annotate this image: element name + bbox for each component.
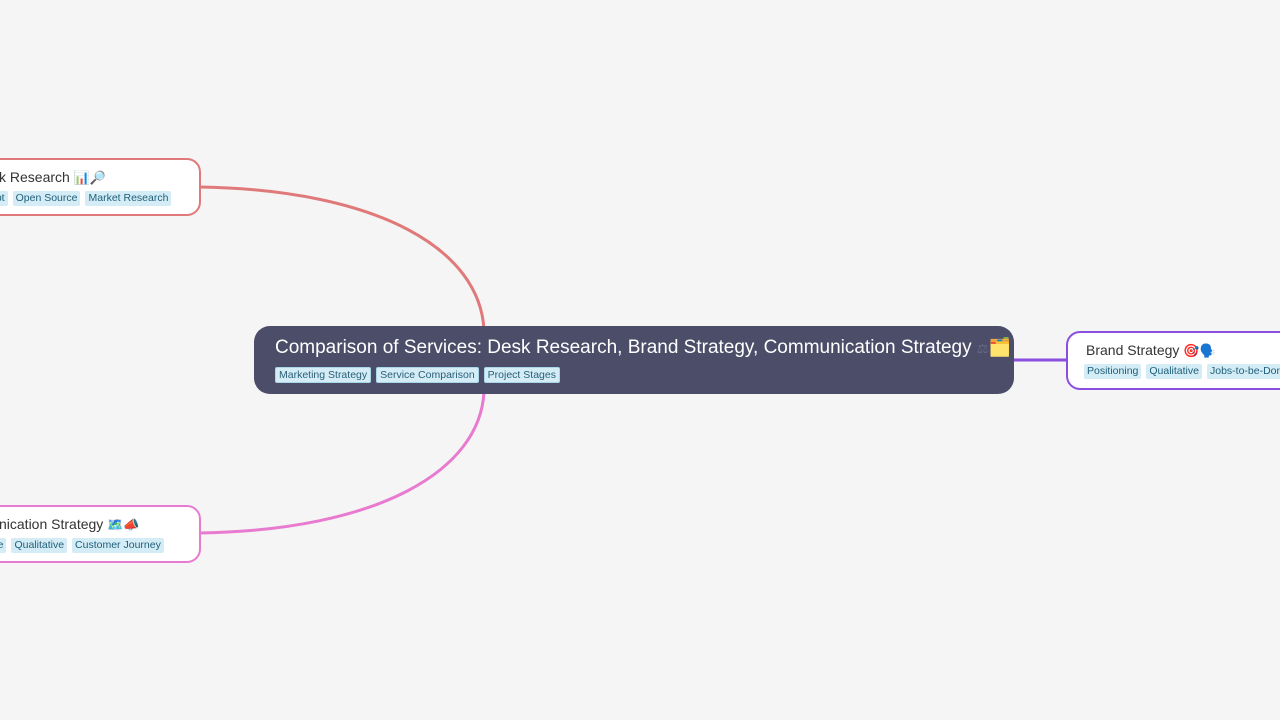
root-title: Comparison of Services: Desk Research, B… (275, 337, 972, 358)
map-megaphone-icon: 🗺️📣 (107, 517, 140, 532)
tag[interactable]: Positioning (1084, 364, 1142, 379)
tag[interactable]: ept (0, 191, 8, 206)
target-speaking-head-icon: 🎯🗣️ (1183, 343, 1216, 358)
scales-icon: ⚖ (976, 341, 989, 356)
tag[interactable]: Qualitative (1146, 364, 1202, 379)
tag[interactable]: Jobs-to-be-Done (1206, 364, 1280, 379)
link-desk-research (199, 185, 486, 331)
node-title: nication Strategy (0, 516, 104, 532)
node-communication-strategy[interactable]: nication Strategy 🗺️📣 ive Qualitative Cu… (0, 505, 201, 563)
root-node[interactable]: Comparison of Services: Desk Research, B… (254, 326, 1014, 394)
node-desk-research[interactable]: k Research 📊🔎 ept Open Source Market Res… (0, 158, 201, 216)
tag[interactable]: Service Comparison (376, 367, 479, 383)
node-title: Brand Strategy (1086, 342, 1180, 358)
bar-chart-magnifier-icon: 📊🔎 (73, 170, 107, 185)
link-communication-strategy (199, 391, 486, 535)
tag[interactable]: ive (0, 538, 7, 553)
tag[interactable]: Open Source (12, 191, 81, 206)
tag[interactable]: Project Stages (483, 367, 560, 383)
tag[interactable]: Qualitative (11, 538, 68, 553)
tag[interactable]: Market Research (85, 191, 172, 206)
tag[interactable]: Customer Journey (72, 538, 164, 553)
folder-icon: 🗂️ (988, 337, 1011, 357)
node-title: k Research (0, 169, 70, 185)
tag[interactable]: Marketing Strategy (275, 367, 372, 383)
node-brand-strategy[interactable]: Brand Strategy 🎯🗣️ Positioning Qualitati… (1066, 331, 1280, 390)
